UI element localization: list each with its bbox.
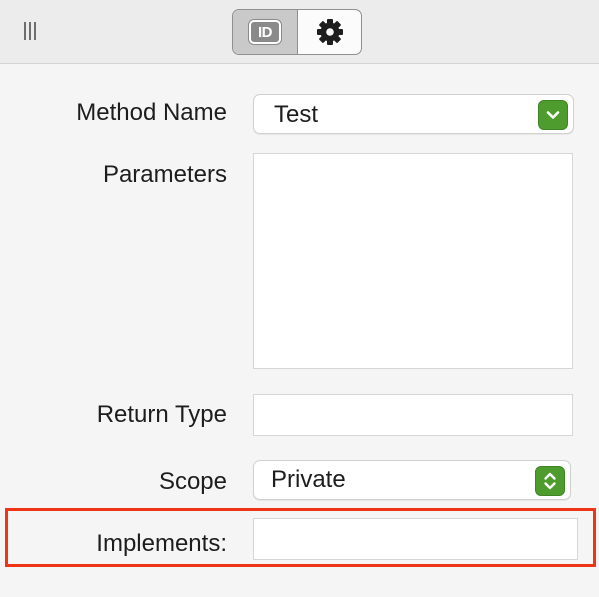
chevron-up-down-icon [544,472,556,490]
tab-identity[interactable]: ID [233,10,298,54]
gear-icon [316,19,343,45]
inspector-tab-segmented-control: ID [232,9,362,55]
method-name-label: Method Name [76,99,227,126]
implements-highlight-box [5,508,596,567]
parameters-textarea[interactable] [253,153,573,369]
method-name-dropdown-button[interactable] [538,100,568,130]
scope-stepper-button [535,466,565,496]
method-name-value: Test [274,101,319,128]
sidebar-toggle-handle[interactable] [24,22,38,40]
inspector-toolbar: ID [0,0,599,64]
return-type-label: Return Type [96,401,227,428]
tab-settings[interactable] [298,10,361,54]
method-name-combobox[interactable]: Test [253,94,574,134]
chevron-down-icon [546,111,560,119]
scope-popup-button[interactable]: Private [253,460,571,500]
return-type-input[interactable] [253,394,573,436]
scope-value: Private [271,466,346,493]
parameters-label: Parameters [102,161,227,188]
id-card-icon: ID [249,20,281,44]
scope-label: Scope [158,468,227,495]
